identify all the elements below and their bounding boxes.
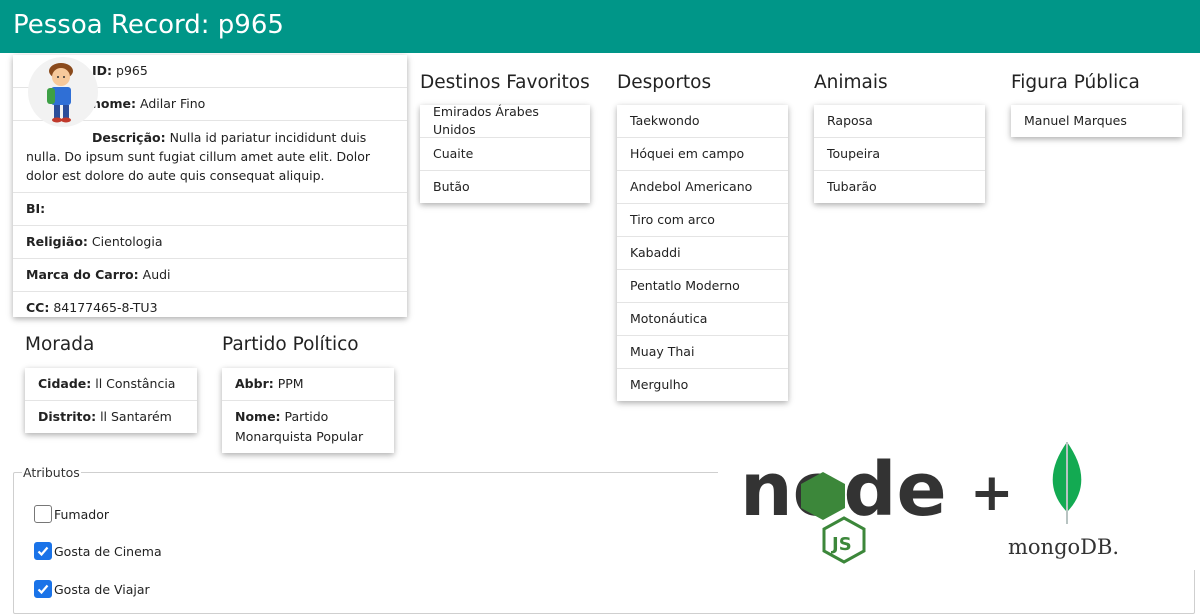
- cinema-label: Gosta de Cinema: [54, 543, 162, 559]
- boy-avatar-icon: [28, 57, 98, 127]
- religiao-label: Religião:: [26, 234, 88, 249]
- figura-heading: Figura Pública: [1011, 72, 1140, 93]
- profile-carro-row: Marca do Carro: Audi: [13, 259, 407, 292]
- cinema-checkbox[interactable]: Gosta de Cinema: [34, 542, 162, 560]
- partido-nome-row: Nome: Partido Monarquista Popular: [222, 401, 394, 453]
- plus-sign: +: [970, 463, 1014, 523]
- destinos-list: Emirados Árabes Unidos Cuaite Butão: [420, 104, 590, 203]
- list-item: Toupeira: [814, 138, 985, 171]
- carro-value: Audi: [142, 267, 171, 282]
- figura-list: Manuel Marques: [1011, 105, 1182, 137]
- cidade-label: Cidade:: [38, 376, 92, 391]
- logos-area: node JS + mongoDB.: [718, 430, 1198, 570]
- distrito-value: ll Santarém: [100, 409, 172, 424]
- abbr-row: Abbr: PPM: [222, 368, 394, 401]
- carro-label: Marca do Carro:: [26, 267, 139, 282]
- desportos-heading: Desportos: [617, 72, 712, 93]
- avatar: [23, 57, 103, 127]
- animais-heading: Animais: [814, 72, 888, 93]
- viajar-label: Gosta de Viajar: [54, 581, 150, 597]
- viajar-checkbox[interactable]: Gosta de Viajar: [34, 580, 150, 598]
- checkmark-icon: [37, 584, 49, 595]
- mongodb-logo-text: mongoDB.: [1008, 535, 1119, 559]
- list-item: Kabaddi: [617, 237, 788, 270]
- list-item: Tiro com arco: [617, 204, 788, 237]
- list-item: Motonáutica: [617, 303, 788, 336]
- profile-religiao-row: Religião: Cientologia: [13, 226, 407, 259]
- list-item: Taekwondo: [617, 105, 788, 138]
- list-item: Tubarão: [827, 179, 877, 194]
- religiao-value: Cientologia: [91, 234, 163, 249]
- descricao-label: Descrição:: [92, 130, 166, 145]
- partido-card: Abbr: PPM Nome: Partido Monarquista Popu…: [222, 368, 394, 453]
- list-item: Muay Thai: [617, 336, 788, 369]
- list-item: Cuaite: [420, 138, 590, 171]
- list-item: Manuel Marques: [1024, 113, 1127, 128]
- cc-value: 84177465-8-TU3: [53, 300, 158, 315]
- id-value: p965: [116, 63, 148, 78]
- list-item: Pentatlo Moderno: [617, 270, 788, 303]
- checkmark-icon: [37, 546, 49, 557]
- cidade-row: Cidade: ll Constância: [25, 368, 197, 401]
- cc-label: CC:: [26, 300, 50, 315]
- destinos-heading: Destinos Favoritos: [420, 72, 590, 93]
- app-header: Pessoa Record: p965: [0, 0, 1200, 53]
- descricao-value: Nulla id pariatur incididunt duis nulla.…: [26, 130, 371, 183]
- distrito-label: Distrito:: [38, 409, 97, 424]
- nodejs-mongodb-logo-icon: node JS + mongoDB.: [740, 442, 1119, 564]
- partido-nome-label: Nome:: [235, 409, 281, 424]
- checkbox-box[interactable]: [34, 505, 52, 523]
- list-item: Emirados Árabes Unidos: [420, 104, 590, 138]
- profile-bi-row: BI:: [13, 193, 407, 226]
- profile-descricao-row: Descrição: Nulla id pariatur incididunt …: [13, 121, 407, 193]
- partido-heading: Partido Político: [222, 334, 359, 355]
- animais-list: Raposa Toupeira Tubarão: [814, 105, 985, 203]
- morada-card: Cidade: ll Constância Distrito: ll Santa…: [25, 368, 197, 433]
- profile-cc-row: CC: 84177465-8-TU3: [13, 292, 407, 324]
- list-item: Andebol Americano: [617, 171, 788, 204]
- list-item: Raposa: [814, 105, 985, 138]
- nome-value: Adilar Fino: [139, 96, 206, 111]
- fumador-label: Fumador: [54, 506, 109, 522]
- list-item: Mergulho: [630, 377, 689, 392]
- checkbox-box[interactable]: [34, 542, 52, 560]
- list-item: Hóquei em campo: [617, 138, 788, 171]
- abbr-value: PPM: [277, 376, 304, 391]
- desportos-list: Taekwondo Hóquei em campo Andebol Americ…: [617, 105, 788, 401]
- cidade-value: ll Constância: [95, 376, 176, 391]
- page-title: Pessoa Record: p965: [13, 10, 284, 40]
- checkbox-box[interactable]: [34, 580, 52, 598]
- atributos-legend: Atributos: [22, 465, 81, 480]
- abbr-label: Abbr:: [235, 376, 274, 391]
- fumador-checkbox[interactable]: Fumador: [34, 505, 109, 523]
- list-item: Butão: [433, 179, 470, 194]
- bi-label: BI:: [26, 201, 46, 216]
- morada-heading: Morada: [25, 334, 95, 355]
- js-logo-text: JS: [830, 534, 852, 555]
- distrito-row: Distrito: ll Santarém: [25, 401, 197, 433]
- profile-card: ID: p965 nome: Adilar Fino Descrição: Nu…: [13, 55, 407, 317]
